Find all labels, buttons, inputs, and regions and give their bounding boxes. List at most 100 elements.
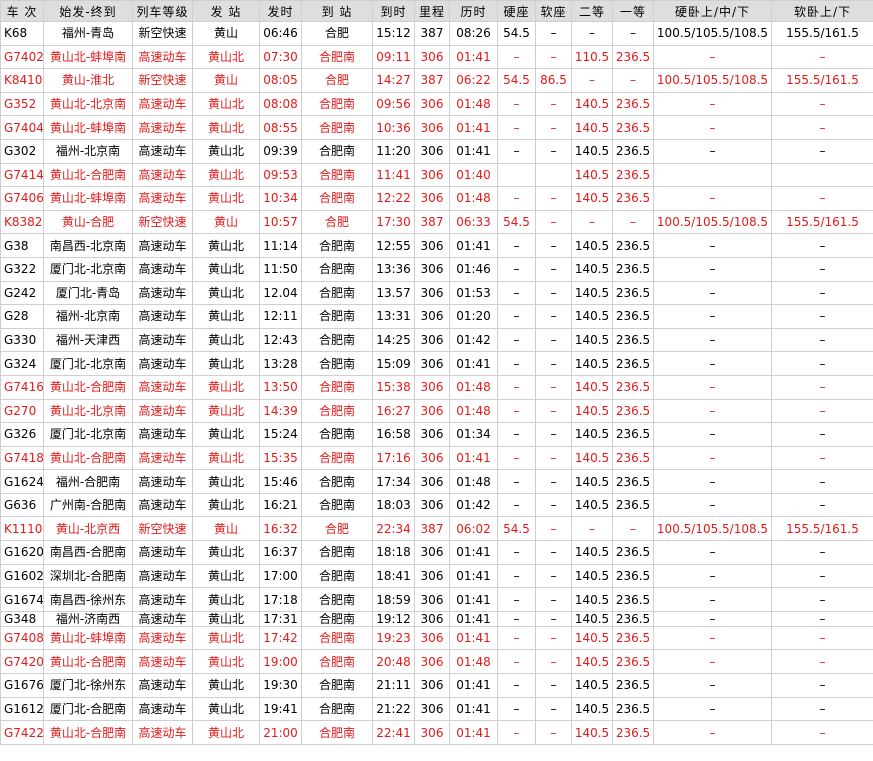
- cell-soft-sleeper: –: [771, 625, 873, 651]
- table-row[interactable]: G324 厦门北-北京南 高速动车 黄山北 13:28 合肥南 15:09 306 01:41–…: [0, 351, 873, 376]
- table-row[interactable]: K1110 黄山-北京西 新空快速 黄山 16:32 合肥 22:34 387 06:02 54.…: [0, 516, 873, 542]
- cell-hard-seat: –: [497, 563, 536, 589]
- cell-soft-sleeper: –: [771, 673, 873, 698]
- cell-train-class: 新空快速: [132, 516, 193, 542]
- cell-second-class: 140.5: [571, 304, 613, 329]
- cell-arrive-station: 合肥南: [301, 398, 373, 424]
- cell-first-class: –: [612, 209, 654, 235]
- cell-route: 厦门北-北京南: [43, 351, 133, 376]
- table-row[interactable]: K8382 黄山-合肥 新空快速 黄山 10:57 合肥 17:30 387 06:33 54.5…: [0, 209, 873, 235]
- table-row[interactable]: G7402 黄山北-蚌埠南 高速动车 黄山北 07:30 合肥南 09:11 306 01:41…: [0, 44, 873, 70]
- cell-hard-sleeper: –: [653, 696, 772, 722]
- cell-train-no: G1676: [0, 673, 44, 698]
- table-row[interactable]: G270 黄山北-北京南 高速动车 黄山北 14:39 合肥南 16:27 306 01:48–…: [0, 398, 873, 424]
- table-row[interactable]: G7420 黄山北-合肥南 高速动车 黄山北 19:00 合肥南 20:48 306 01:48…: [0, 649, 873, 675]
- cell-depart-time: 10:57: [259, 209, 302, 235]
- cell-distance: 306: [414, 540, 450, 565]
- train-timetable: 车 次 始发-终到 列车等级 发 站 发时 到 站 到时 里程 历时 硬座 软座…: [0, 0, 873, 745]
- cell-second-class: 140.5: [571, 673, 613, 698]
- cell-duration: 01:41: [449, 351, 498, 376]
- table-row[interactable]: G7418 黄山北-合肥南 高速动车 黄山北 15:35 合肥南 17:16 306 01:41…: [0, 445, 873, 471]
- cell-arrive-station: 合肥南: [301, 91, 373, 117]
- cell-soft-sleeper: 155.5/161.5: [771, 68, 873, 93]
- table-row[interactable]: G326 厦门北-北京南 高速动车 黄山北 15:24 合肥南 16:58 306 01:34–…: [0, 422, 873, 447]
- table-row[interactable]: G1676 厦门北-徐州东 高速动车 黄山北 19:30 合肥南 21:11 306 01:41…: [0, 673, 873, 698]
- cell-first-class: 236.5: [612, 44, 654, 70]
- cell-soft-sleeper: –: [771, 91, 873, 117]
- cell-depart-time: 19:30: [259, 673, 302, 698]
- table-row[interactable]: G330 福州-天津西 高速动车 黄山北 12:43 合肥南 14:25 306 01:42– –…: [0, 327, 873, 353]
- cell-second-class: 140.5: [571, 162, 613, 188]
- table-row[interactable]: G322 厦门北-北京南 高速动车 黄山北 11:50 合肥南 13:36 306 01:46–…: [0, 256, 873, 282]
- cell-soft-seat: –: [535, 115, 572, 140]
- cell-arrive-time: 21:11: [372, 673, 415, 698]
- cell-arrive-station: 合肥南: [301, 587, 373, 612]
- cell-train-no: G326: [0, 422, 44, 447]
- cell-route: 黄山北-蚌埠南: [43, 186, 133, 211]
- cell-arrive-station: 合肥: [301, 209, 373, 235]
- cell-second-class: 140.5: [571, 327, 613, 353]
- cell-train-class: 新空快速: [132, 209, 193, 235]
- cell-hard-seat: –: [497, 374, 536, 400]
- cell-arrive-station: 合肥南: [301, 673, 373, 698]
- table-row[interactable]: G28 福州-北京南 高速动车 黄山北 12:11 合肥南 13:31 306 01:20– –1…: [0, 304, 873, 329]
- table-row[interactable]: G242 厦门北-青岛 高速动车 黄山北 12.04 合肥南 13.57 306 01:53– –…: [0, 280, 873, 306]
- table-row[interactable]: G38 南昌西-北京南 高速动车 黄山北 11:14 合肥南 12:55 306 01:41– –…: [0, 233, 873, 258]
- cell-hard-sleeper: 100.5/105.5/108.5: [653, 209, 772, 235]
- table-row[interactable]: G7422 黄山北-合肥南 高速动车 黄山北 21:00 合肥南 22:41 306 01:41…: [0, 720, 873, 745]
- cell-hard-sleeper: –: [653, 445, 772, 471]
- cell-first-class: 236.5: [612, 445, 654, 471]
- table-row[interactable]: G7406 黄山北-蚌埠南 高速动车 黄山北 10:34 合肥南 12:22 306 01:48…: [0, 186, 873, 211]
- cell-soft-sleeper: –: [771, 186, 873, 211]
- cell-depart-station: 黄山北: [192, 186, 260, 211]
- table-row[interactable]: G1624 福州-合肥南 高速动车 黄山北 15:46 合肥南 17:34 306 01:48–…: [0, 469, 873, 494]
- cell-first-class: 236.5: [612, 422, 654, 447]
- cell-train-class: 高速动车: [132, 233, 193, 258]
- cell-depart-time: 13:28: [259, 351, 302, 376]
- table-row[interactable]: G302 福州-北京南 高速动车 黄山北 09:39 合肥南 11:20 306 01:41– –…: [0, 138, 873, 164]
- cell-second-class: 140.5: [571, 696, 613, 722]
- cell-hard-sleeper: –: [653, 540, 772, 565]
- table-row[interactable]: G636 广州南-合肥南 高速动车 黄山北 16:21 合肥南 18:03 306 01:42–…: [0, 492, 873, 518]
- cell-duration: 01:41: [449, 540, 498, 565]
- table-row[interactable]: G7416 黄山北-合肥南 高速动车 黄山北 13:50 合肥南 15:38 306 01:48…: [0, 374, 873, 400]
- cell-arrive-station: 合肥南: [301, 445, 373, 471]
- cell-arrive-time: 17:34: [372, 469, 415, 494]
- table-row[interactable]: G7414 黄山北-合肥南 高速动车 黄山北 09:53 合肥南 11:41 306 01:40…: [0, 162, 873, 188]
- cell-soft-seat: –: [535, 138, 572, 164]
- cell-first-class: 236.5: [612, 91, 654, 117]
- cell-soft-sleeper: –: [771, 445, 873, 471]
- cell-depart-station: 黄山北: [192, 91, 260, 117]
- cell-depart-station: 黄山北: [192, 374, 260, 400]
- cell-train-class: 高速动车: [132, 720, 193, 745]
- cell-arrive-time: 10:36: [372, 115, 415, 140]
- table-row[interactable]: K68 福州-青岛 新空快速 黄山 06:46 合肥 15:12 387 08:26 54.5– –…: [0, 21, 873, 46]
- table-row[interactable]: G348 福州-济南西 高速动车 黄山北 17:31 合肥南 19:12 306 01:41– –…: [0, 610, 873, 627]
- cell-depart-time: 21:00: [259, 720, 302, 745]
- cell-soft-sleeper: –: [771, 587, 873, 612]
- table-row[interactable]: G1612 厦门北-合肥南 高速动车 黄山北 19:41 合肥南 21:22 306 01:41…: [0, 696, 873, 722]
- cell-duration: 01:41: [449, 587, 498, 612]
- table-row[interactable]: K8410 黄山-淮北 新空快速 黄山 08:05 合肥 14:27 387 06:22 54.5…: [0, 68, 873, 93]
- cell-depart-station: 黄山北: [192, 233, 260, 258]
- table-row[interactable]: G1674 南昌西-徐州东 高速动车 黄山北 17:18 合肥南 18:59 306 01:41…: [0, 587, 873, 612]
- cell-second-class: 140.5: [571, 540, 613, 565]
- table-row[interactable]: G7404 黄山北-蚌埠南 高速动车 黄山北 08:55 合肥南 10:36 306 01:41…: [0, 115, 873, 140]
- cell-arrive-station: 合肥: [301, 68, 373, 93]
- cell-arrive-time: 17:30: [372, 209, 415, 235]
- table-row[interactable]: G352 黄山北-北京南 高速动车 黄山北 08:08 合肥南 09:56 306 01:48–…: [0, 91, 873, 117]
- table-row[interactable]: G1602 深圳北-合肥南 高速动车 黄山北 17:00 合肥南 18:41 306 01:41…: [0, 563, 873, 589]
- cell-depart-time: 16:37: [259, 540, 302, 565]
- cell-arrive-station: 合肥南: [301, 540, 373, 565]
- cell-depart-station: 黄山北: [192, 720, 260, 745]
- cell-arrive-station: 合肥南: [301, 649, 373, 675]
- table-row[interactable]: G1620 南昌西-合肥南 高速动车 黄山北 16:37 合肥南 18:18 306 01:41…: [0, 540, 873, 565]
- table-row[interactable]: G7408 黄山北-蚌埠南 高速动车 黄山北 17:42 合肥南 19:23 306 01:41…: [0, 625, 873, 651]
- cell-soft-sleeper: –: [771, 374, 873, 400]
- cell-train-no: G322: [0, 256, 44, 282]
- cell-hard-sleeper: –: [653, 327, 772, 353]
- cell-soft-sleeper: –: [771, 610, 873, 627]
- cell-arrive-station: 合肥南: [301, 138, 373, 164]
- cell-hard-seat: –: [497, 138, 536, 164]
- cell-route: 福州-北京南: [43, 304, 133, 329]
